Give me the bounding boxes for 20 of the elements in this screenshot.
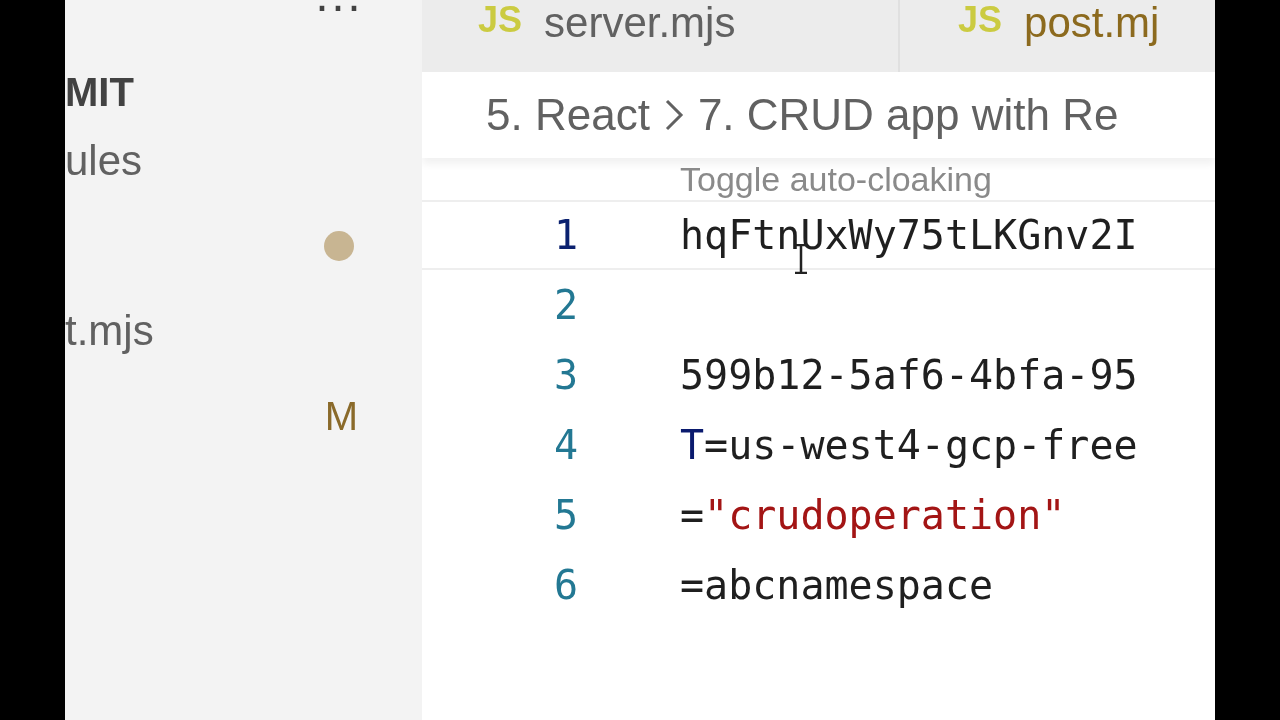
section-title: MIT xyxy=(65,70,134,114)
tab-label: server.mjs xyxy=(544,2,736,44)
js-file-icon: JS xyxy=(478,2,523,38)
breadcrumb-item[interactable]: 5. React xyxy=(486,93,650,137)
line-number: 2 xyxy=(552,285,578,325)
breadcrumb-item[interactable]: 7. CRUD app with Re xyxy=(697,93,1119,137)
line-number: 4 xyxy=(552,425,578,465)
git-status-letter: M xyxy=(324,395,358,436)
js-file-icon: JS xyxy=(958,2,1003,38)
line-number: 6 xyxy=(552,565,578,605)
codelens-hint[interactable]: Toggle auto-cloaking xyxy=(680,162,992,196)
line-number: 3 xyxy=(552,355,578,395)
line-number: 5 xyxy=(552,495,578,535)
file-label[interactable]: t.mjs xyxy=(65,309,154,352)
tab-label: post.mj xyxy=(1024,2,1160,44)
line-number: 1 xyxy=(552,215,578,255)
code-text: 599b12-5af6-4bfa-95 xyxy=(680,355,1138,395)
file-label[interactable]: ules xyxy=(65,139,143,182)
more-actions-button[interactable]: ··· xyxy=(314,0,362,22)
chevron-right-icon xyxy=(663,98,684,132)
